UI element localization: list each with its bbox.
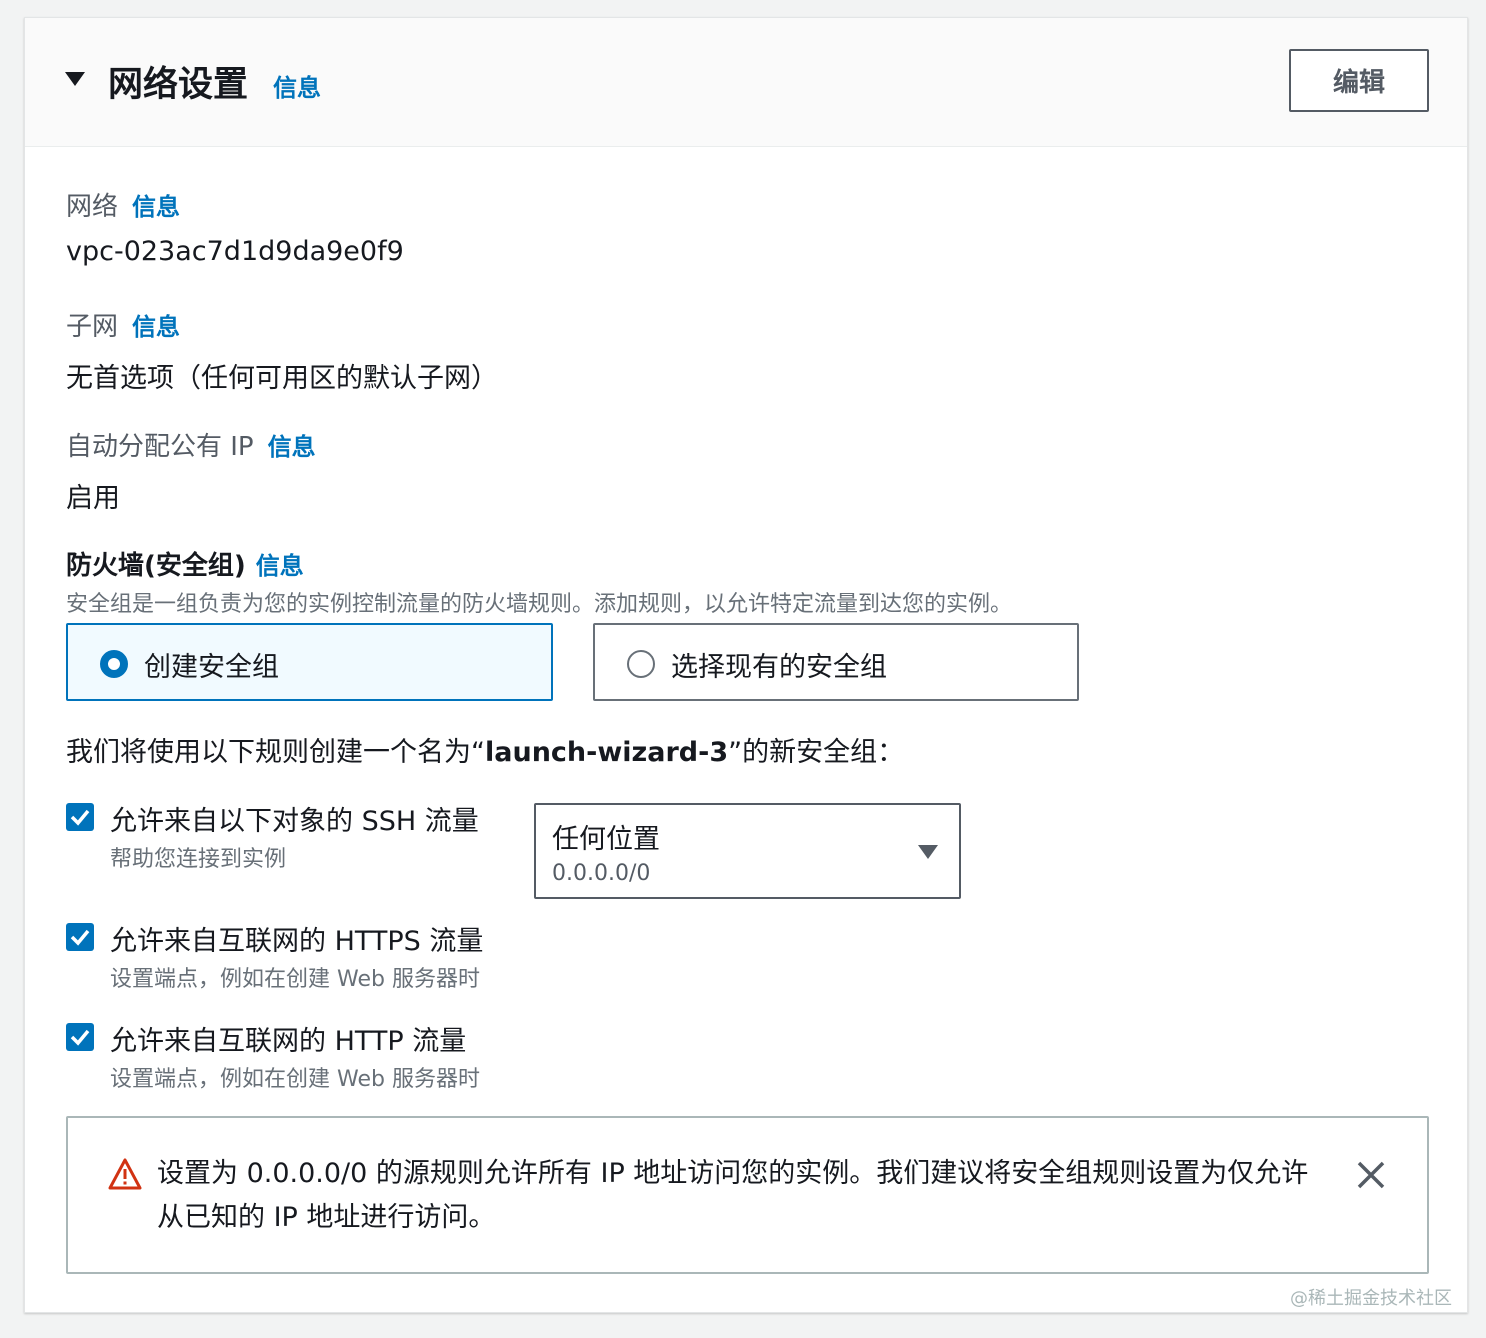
radio-create-label: 创建安全组 (144, 652, 279, 683)
edit-button[interactable]: 编辑 (1289, 49, 1429, 112)
create-note-prefix: 我们将使用以下规则创建一个名为“ (66, 737, 485, 768)
dropdown-caret-icon[interactable] (918, 845, 938, 859)
collapse-caret-icon[interactable] (65, 72, 85, 86)
close-icon[interactable] (1356, 1160, 1386, 1190)
http-checkbox[interactable] (66, 1023, 94, 1051)
ssh-source-cidr: 0.0.0.0/0 (552, 861, 651, 886)
ssh-source-select[interactable]: 任何位置 0.0.0.0/0 (534, 803, 961, 899)
create-note-suffix: ”的新安全组： (728, 737, 905, 768)
subnet-info-link[interactable]: 信息 (132, 313, 180, 341)
panel-header: 网络设置 信息 编辑 (25, 18, 1467, 147)
network-label-row: 网络 信息 (66, 186, 180, 223)
warning-message: 设置为 0.0.0.0/0 的源规则允许所有 IP 地址访问您的实例。我们建议将… (157, 1158, 1309, 1233)
watermark: @稀土掘金技术社区 (1290, 1288, 1452, 1309)
public-ip-label: 自动分配公有 IP (66, 432, 254, 462)
https-rule-description: 设置端点，例如在创建 Web 服务器时 (110, 967, 480, 992)
checkmark-icon (70, 929, 90, 946)
panel-title: 网络设置 (108, 65, 249, 105)
ssh-source-value: 任何位置 (552, 824, 660, 855)
subnet-label-row: 子网 信息 (66, 306, 180, 343)
http-rule-description: 设置端点，例如在创建 Web 服务器时 (110, 1067, 480, 1092)
security-group-name: launch-wizard-3 (485, 737, 729, 768)
network-value: vpc-023ac7d1d9da9e0f9 (66, 236, 404, 267)
ssh-rule-description: 帮助您连接到实例 (110, 847, 287, 872)
radio-selected-icon[interactable] (100, 650, 128, 678)
network-info-link[interactable]: 信息 (132, 193, 180, 221)
https-checkbox[interactable] (66, 923, 94, 951)
http-rule-label: 允许来自互联网的 HTTP 流量 (110, 1026, 467, 1057)
firewall-description: 安全组是一组负责为您的实例控制流量的防火墙规则。添加规则，以允许特定流量到达您的… (66, 592, 1013, 617)
warning-alert: 设置为 0.0.0.0/0 的源规则允许所有 IP 地址访问您的实例。我们建议将… (66, 1116, 1429, 1274)
radio-existing-label: 选择现有的安全组 (671, 652, 887, 683)
warning-icon (108, 1158, 142, 1190)
firewall-info-link[interactable]: 信息 (256, 552, 304, 580)
https-rule-label: 允许来自互联网的 HTTPS 流量 (110, 926, 484, 957)
public-ip-label-row: 自动分配公有 IP 信息 (66, 426, 316, 463)
subnet-value: 无首选项（任何可用区的默认子网） (66, 363, 498, 394)
ssh-checkbox[interactable] (66, 803, 94, 831)
create-group-note: 我们将使用以下规则创建一个名为“launch-wizard-3”的新安全组： (66, 730, 904, 769)
radio-create-security-group[interactable]: 创建安全组 (66, 623, 553, 701)
firewall-label-row: 防火墙(安全组) 信息 (66, 545, 304, 582)
header-info-link[interactable]: 信息 (273, 68, 321, 103)
subnet-label: 子网 (66, 312, 119, 342)
network-label: 网络 (66, 192, 119, 222)
ssh-rule-label: 允许来自以下对象的 SSH 流量 (110, 806, 479, 837)
radio-select-existing-group[interactable]: 选择现有的安全组 (593, 623, 1079, 701)
radio-unselected-icon[interactable] (627, 650, 655, 678)
firewall-label: 防火墙(安全组) (66, 551, 246, 581)
public-ip-value: 启用 (66, 483, 120, 514)
checkmark-icon (70, 809, 90, 826)
public-ip-info-link[interactable]: 信息 (268, 433, 316, 461)
network-settings-panel: 网络设置 信息 编辑 网络 信息 vpc-023ac7d1d9da9e0f9 子网… (24, 17, 1468, 1313)
checkmark-icon (70, 1029, 90, 1046)
